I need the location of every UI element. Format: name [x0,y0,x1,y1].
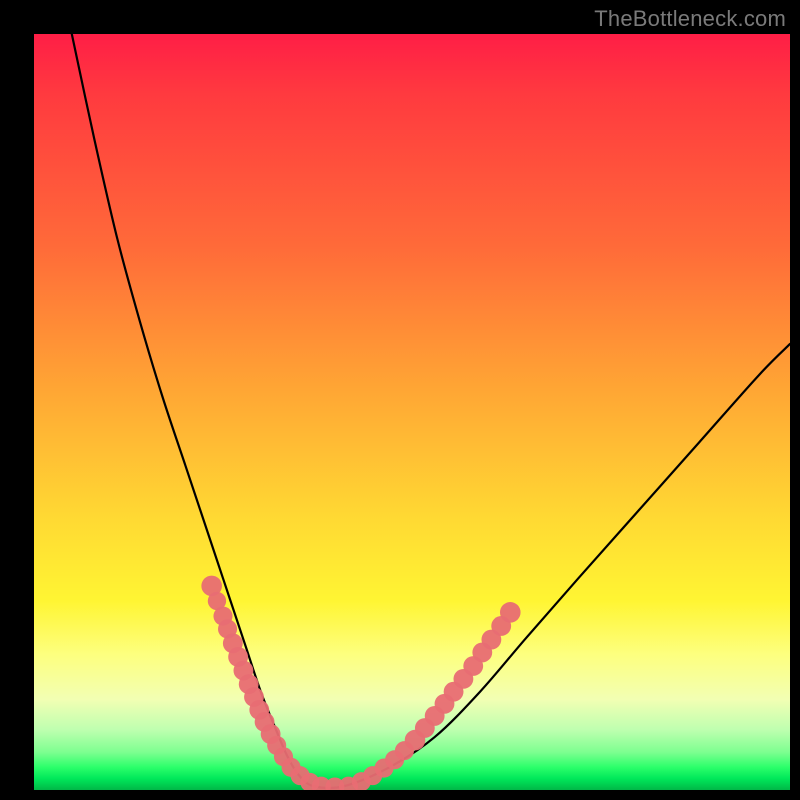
plot-area [34,34,790,790]
bottleneck-curve [72,34,790,788]
chart-svg [34,34,790,790]
highlight-point [500,602,521,623]
watermark-text: TheBottleneck.com [594,6,786,32]
chart-frame: TheBottleneck.com [0,0,800,800]
highlight-points [201,576,520,790]
